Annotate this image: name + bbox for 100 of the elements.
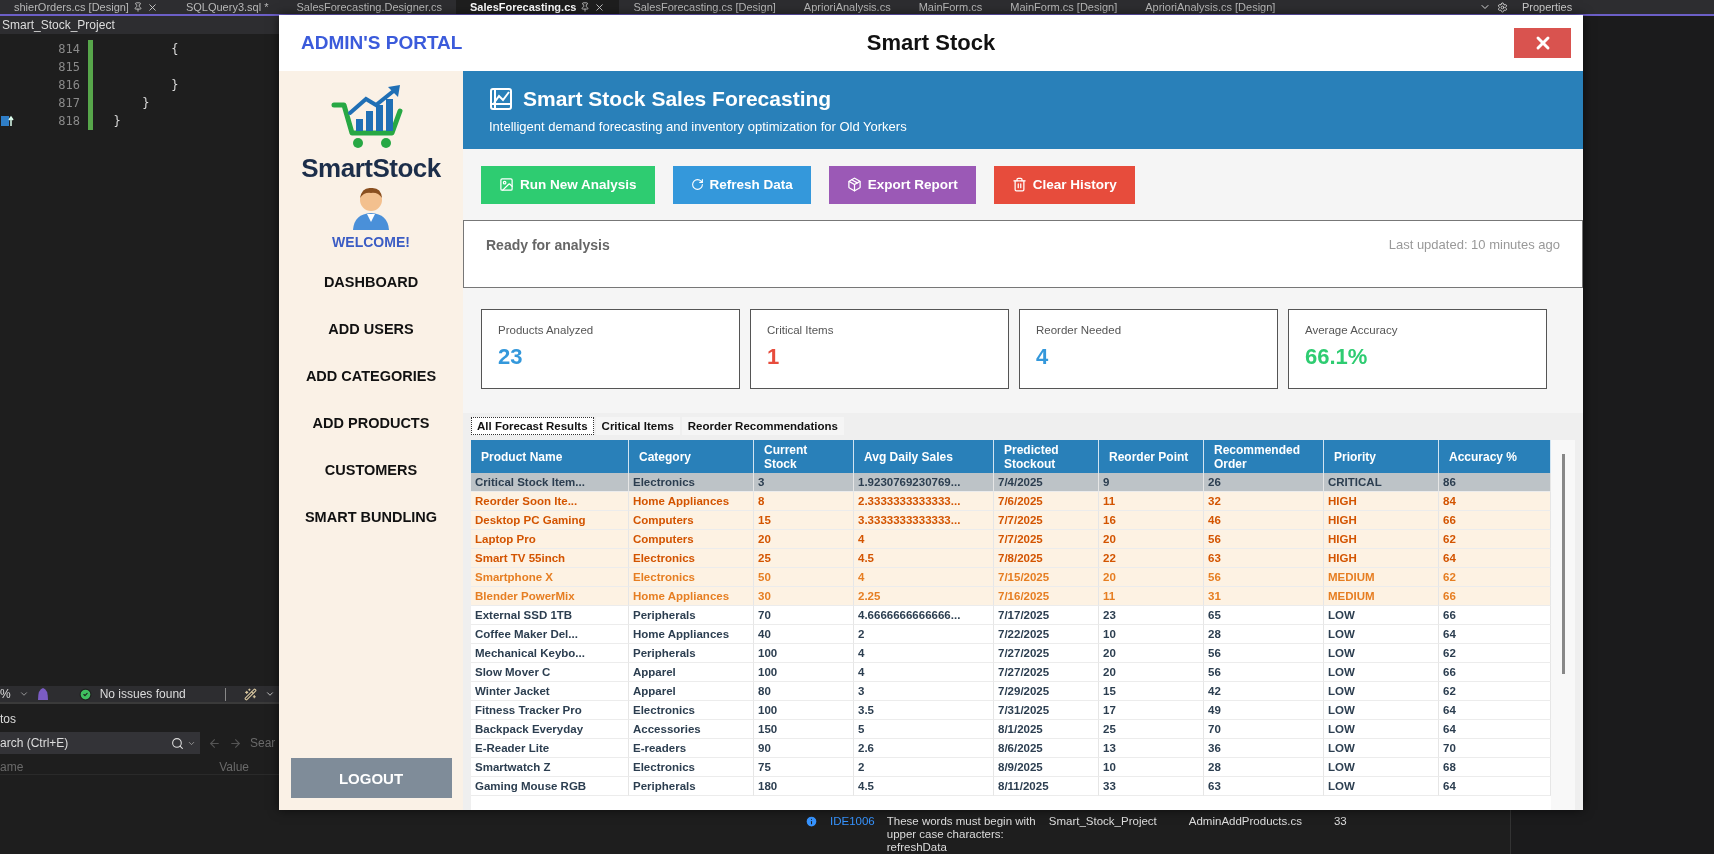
table-row[interactable]: Reorder Soon Ite... Home Appliances 8 2.3333333333333... 7/6/2025 11 32 HIGH 84 — [471, 492, 1551, 511]
nav-item[interactable]: DASHBOARD — [317, 258, 425, 305]
code-line: } — [141, 96, 150, 110]
nav-item[interactable]: ADD CATEGORIES — [299, 352, 443, 399]
table-cell: Peripherals — [629, 777, 754, 796]
code-line: } — [170, 78, 179, 92]
code-line: { — [170, 42, 179, 56]
logout-button[interactable]: LOGOUT — [290, 758, 452, 798]
editor-tab[interactable]: MainForm.cs [Design] — [996, 0, 1132, 14]
close-button[interactable] — [1514, 28, 1571, 58]
table-row[interactable]: Mechanical Keybo... Peripherals 100 4 7/27/2025 20 56 LOW 62 — [471, 644, 1551, 663]
pin-icon[interactable] — [580, 2, 591, 12]
trash-icon — [1011, 177, 1027, 192]
refresh-icon — [690, 178, 704, 191]
project-selector[interactable]: Smart_Stock_Project — [0, 16, 279, 34]
stat-value: 1 — [767, 344, 781, 370]
column-header: ame — [0, 760, 24, 774]
editor-tab[interactable]: AprioriAnalysis.cs — [789, 0, 905, 14]
table-row[interactable]: Slow Mover C Apparel 100 4 7/27/2025 20 56 LOW 66 — [471, 663, 1551, 682]
column-header[interactable]: Category — [629, 440, 754, 473]
settings-icon[interactable] — [1497, 1, 1508, 13]
stat-value: 23 — [498, 344, 524, 370]
editor-tab[interactable]: SalesForecasting.Designer.cs — [282, 0, 456, 14]
code-line: } — [112, 114, 121, 128]
table-row[interactable]: E-Reader Lite E-readers 90 2.6 8/6/2025 13 36 LOW 70 — [471, 739, 1551, 758]
caret-icon[interactable] — [265, 689, 275, 699]
table-row[interactable]: Smart TV 55inch Electronics 25 4.5 7/8/2025 22 63 HIGH 64 — [471, 549, 1551, 568]
close-icon[interactable] — [594, 1, 606, 13]
table-cell: 63 — [1204, 777, 1324, 796]
nav-item[interactable]: CUSTOMERS — [318, 446, 424, 493]
table-row[interactable]: Winter Jacket Apparel 80 3 7/29/2025 15 42 LOW 62 — [471, 682, 1551, 701]
column-header[interactable]: Reorder Point — [1099, 440, 1204, 473]
tab[interactable]: Reorder Recommendations — [681, 417, 844, 435]
line-number: 33 — [1333, 815, 1347, 828]
file-name: AdminAddProducts.cs — [1188, 815, 1302, 828]
tab[interactable]: All Forecast Results — [471, 417, 594, 435]
line-number: 817 — [57, 96, 80, 110]
error-description: These words must begin with upper case characters: refreshData — [886, 815, 1037, 854]
table-row[interactable]: Desktop PC Gaming Computers 15 3.3333333333333... 7/7/2025 16 46 HIGH 66 — [471, 511, 1551, 530]
editor-tab[interactable]: SQLQuery3.sql * — [171, 0, 283, 14]
page-subtitle: Intelligent demand forecasting and inventory optimization for Old Yorkers — [489, 118, 908, 134]
line-number: 816 — [57, 78, 80, 92]
nav-item[interactable]: ADD USERS — [322, 305, 420, 352]
column-header[interactable]: Accuracy % — [1439, 440, 1551, 473]
column-header[interactable]: Current Stock — [754, 440, 854, 473]
info-icon — [805, 815, 818, 828]
editor-tab[interactable]: SalesForecasting.cs [Design] — [619, 0, 790, 14]
project-name: Smart_Stock_Project — [1048, 815, 1157, 828]
table-row[interactable]: Critical Stock Item... Electronics 3 1.9230769230769... 7/4/2025 9 26 CRITICAL 86 — [471, 473, 1551, 492]
caret-icon[interactable] — [18, 689, 29, 699]
table-cell: 180 — [754, 777, 854, 796]
column-header[interactable]: Avg Daily Sales — [854, 440, 994, 473]
panel-title: tos — [0, 712, 17, 726]
column-header[interactable]: Recommended Order — [1204, 440, 1324, 473]
editor-tab[interactable]: SalesForecasting.cs — [456, 0, 620, 14]
search-field[interactable]: arch (Ctrl+E) — [0, 732, 200, 754]
image-icon — [499, 177, 514, 192]
issues-status[interactable]: No issues found — [99, 687, 186, 701]
figure-icon[interactable] — [36, 687, 49, 701]
column-header[interactable]: Predicted Stockout — [994, 440, 1099, 473]
close-icon[interactable] — [146, 1, 158, 13]
nav-item[interactable]: ADD PRODUCTS — [306, 399, 436, 446]
zoom-level[interactable]: % — [0, 687, 11, 701]
table-row[interactable]: Gaming Mouse RGB Peripherals 180 4.5 8/11/2025 33 63 LOW 64 — [471, 777, 1551, 796]
editor-tab[interactable]: MainForm.cs — [904, 0, 997, 14]
editor-tab[interactable]: shierOrders.cs [Design] — [0, 0, 172, 14]
table-cell: LOW — [1324, 777, 1439, 796]
error-code-link[interactable]: IDE1006 — [830, 815, 875, 828]
table-row[interactable]: Smartwatch Z Electronics 75 2 8/9/2025 10 28 LOW 68 — [471, 758, 1551, 777]
column-header[interactable]: Product Name — [471, 440, 629, 473]
table-row[interactable]: Backpack Everyday Accessories 150 5 8/1/2025 25 70 LOW 64 — [471, 720, 1551, 739]
search-depth-label: Sear — [250, 736, 276, 750]
editor-tab[interactable]: AprioriAnalysis.cs [Design] — [1131, 0, 1290, 14]
line-number: 815 — [57, 60, 80, 74]
page-title: Smart Stock Sales Forecasting — [523, 86, 832, 111]
column-header[interactable]: Priority — [1324, 440, 1439, 473]
search-icon[interactable] — [171, 736, 184, 750]
search-input[interactable]: arch (Ctrl+E) — [0, 736, 168, 750]
table-row[interactable]: Laptop Pro Computers 20 4 7/7/2025 20 56 HIGH 62 — [471, 530, 1551, 549]
nav-item[interactable]: SMART BUNDLING — [298, 493, 444, 540]
table-row[interactable]: External SSD 1TB Peripherals 70 4.6666666666666... 7/17/2025 23 65 LOW 66 — [471, 606, 1551, 625]
table-cell: 4.5 — [854, 777, 994, 796]
action-button[interactable]: Clear History — [993, 165, 1135, 204]
brush-icon[interactable] — [244, 687, 257, 701]
line-number: 814 — [57, 42, 80, 56]
stat-value: 4 — [1036, 344, 1050, 370]
pin-icon[interactable] — [132, 2, 143, 12]
table-row[interactable]: Coffee Maker Del... Home Appliances 40 2 7/22/2025 10 28 LOW 64 — [471, 625, 1551, 644]
table-row[interactable]: Fitness Tracker Pro Electronics 100 3.5 7/31/2025 17 49 LOW 64 — [471, 701, 1551, 720]
box-icon — [846, 177, 862, 192]
action-button[interactable]: Export Report — [828, 165, 976, 204]
column-header: Value — [219, 760, 249, 774]
brand-name: SmartStock — [301, 153, 441, 184]
scrollbar[interactable] — [1561, 454, 1565, 674]
stat-label: Reorder Needed — [1036, 324, 1123, 336]
portal-title: ADMIN'S PORTAL — [300, 32, 464, 54]
tab[interactable]: Critical Items — [595, 417, 680, 435]
window-title: Smart Stock — [866, 30, 996, 56]
check-icon — [78, 687, 92, 701]
line-number: 818 — [57, 114, 80, 128]
